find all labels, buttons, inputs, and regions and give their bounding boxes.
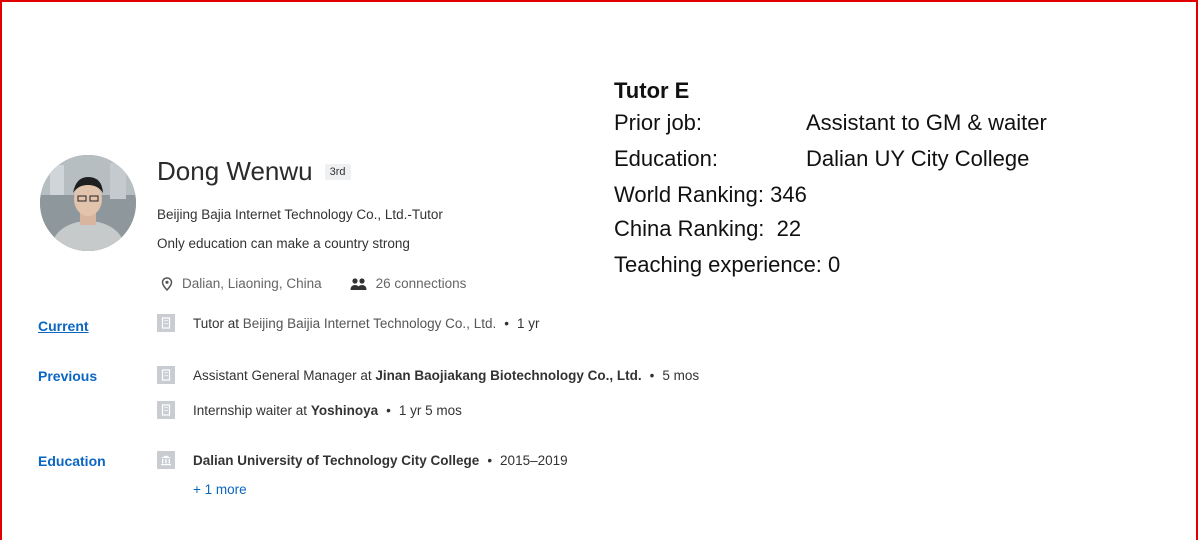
experience-duration: 5 mos (662, 367, 700, 383)
overlay-value: Assistant to GM & waiter (806, 110, 1047, 135)
avatar[interactable] (40, 155, 136, 251)
section-previous-label[interactable]: Previous (38, 368, 97, 384)
education-school: Dalian University of Technology City Col… (193, 452, 480, 468)
connections-link[interactable]: 26 connections (376, 276, 467, 291)
overlay-label: Teaching experience: 0 (614, 252, 841, 277)
profile-name[interactable]: Dong Wenwu 3rd (157, 156, 351, 187)
overlay-label: Education: (614, 146, 718, 171)
profile-meta: Dalian, Liaoning, China 26 connections (160, 276, 466, 291)
education-item[interactable]: Dalian University of Technology City Col… (157, 451, 568, 469)
location-text: Dalian, Liaoning, China (182, 276, 322, 291)
overlay-label: China Ranking: 22 (614, 216, 802, 241)
profile-tagline: Only education can make a country strong (157, 236, 410, 251)
experience-item[interactable]: Internship waiter at Yoshinoya • 1 yr 5 … (157, 401, 462, 419)
connection-degree-badge: 3rd (324, 163, 351, 180)
show-more-education-link[interactable]: + 1 more (193, 482, 247, 497)
separator-dot: • (649, 367, 655, 383)
overlay-title: Tutor E (614, 78, 690, 103)
people-icon (350, 277, 368, 291)
experience-org: Yoshinoya (310, 402, 379, 418)
section-current-label[interactable]: Current (38, 318, 89, 334)
section-education-label[interactable]: Education (38, 453, 106, 469)
experience-role: Assistant General Manager at (193, 367, 372, 383)
separator-dot: • (386, 402, 391, 418)
experience-org: Beijing Baijia Internet Technology Co., … (242, 315, 497, 331)
experience-item[interactable]: Assistant General Manager at Jinan Baoji… (157, 366, 699, 384)
education-years: 2015–2019 (500, 452, 568, 468)
experience-duration: 1 yr 5 mos (398, 402, 462, 418)
experience-duration: 1 yr (516, 315, 540, 331)
company-logo-icon (157, 401, 175, 419)
overlay-label: Prior job: (614, 110, 703, 135)
school-logo-icon (157, 451, 175, 469)
company-logo-icon (157, 366, 175, 384)
profile-headline: Beijing Bajia Internet Technology Co., L… (157, 207, 443, 222)
company-logo-icon (157, 314, 175, 332)
experience-item[interactable]: Tutor at Beijing Baijia Internet Technol… (157, 314, 539, 332)
experience-org: Jinan Baojiakang Biotechnology Co., Ltd. (375, 367, 642, 383)
overlay-label: World Ranking: 346 (614, 182, 807, 207)
separator-dot: • (487, 452, 493, 468)
overlay-value: Dalian UY City College (806, 146, 1030, 171)
separator-dot: • (504, 315, 509, 331)
experience-role: Internship waiter at (193, 402, 308, 418)
experience-role: Tutor at (193, 315, 240, 331)
location-pin-icon (160, 276, 174, 291)
